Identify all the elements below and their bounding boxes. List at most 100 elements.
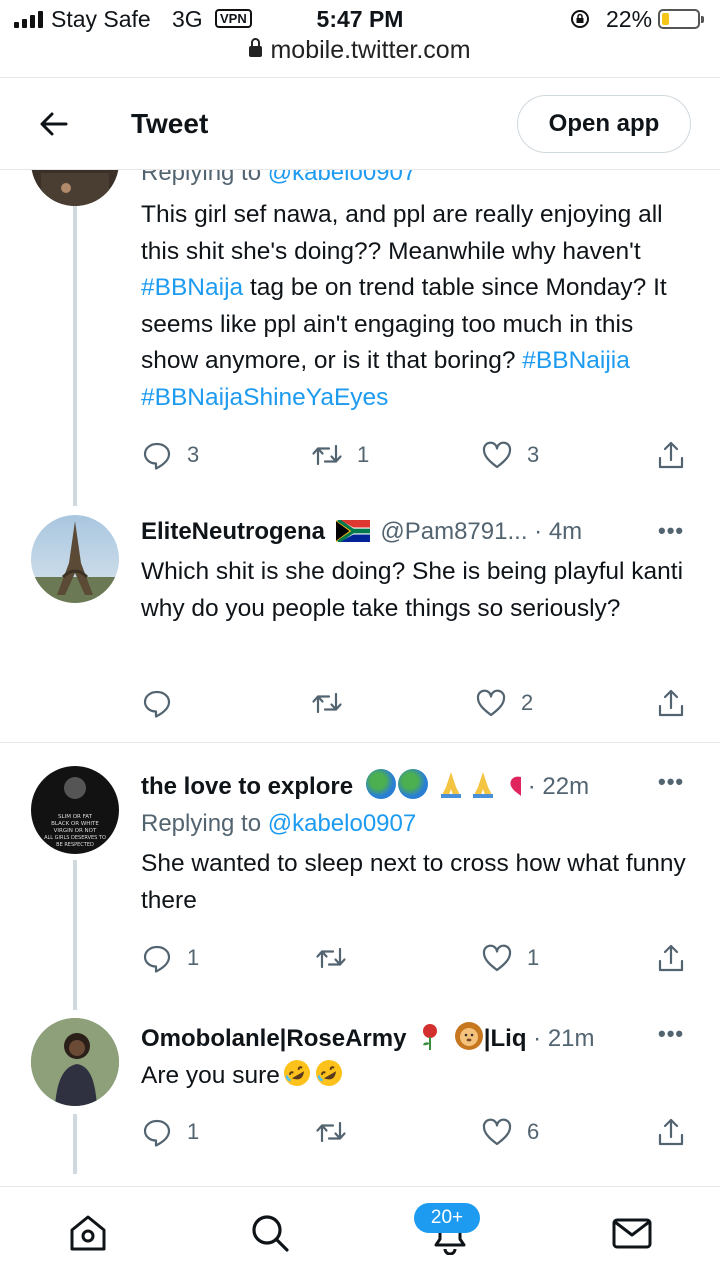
south-africa-flag-icon — [335, 520, 370, 542]
back-arrow-icon[interactable] — [36, 106, 72, 142]
heart-outline-icon — [482, 944, 512, 972]
rofl-emoji-icon — [283, 1060, 310, 1086]
hashtag-link[interactable]: #BBNaijia — [522, 347, 630, 374]
retweet-button[interactable] — [315, 938, 347, 978]
home-icon[interactable] — [66, 1211, 110, 1255]
like-button[interactable]: 1 — [481, 938, 539, 978]
reply-count: 1 — [187, 945, 200, 970]
heart-icon — [510, 776, 522, 796]
tweet-text: Are you sure — [141, 1058, 691, 1095]
retweet-icon — [312, 444, 342, 466]
share-icon — [658, 689, 684, 717]
tweet-actions: 2 — [141, 683, 701, 723]
retweet-icon — [316, 947, 346, 969]
heart-outline-icon — [482, 441, 512, 469]
notification-badge: 20+ — [414, 1203, 480, 1233]
thread-line — [73, 860, 77, 1010]
retweet-icon — [316, 1121, 346, 1143]
display-name: the love to explore — [141, 773, 354, 800]
tweet-time: · 4m — [534, 518, 583, 545]
tweet-author[interactable]: the love to explore · 22m — [141, 769, 589, 801]
tweet-separator — [0, 742, 720, 743]
reply-icon — [143, 442, 171, 470]
praying-hands-icon — [473, 772, 494, 798]
svg-text:BE RESPECTED: BE RESPECTED — [56, 842, 94, 848]
share-icon — [658, 944, 684, 972]
messages-icon[interactable] — [610, 1211, 654, 1255]
avatar[interactable]: SLIM OR FAT BLACK OR WHITE VIRGIN OR NOT… — [31, 766, 119, 854]
heart-outline-icon — [482, 1118, 512, 1146]
tweet-author[interactable]: EliteNeutrogena @Pam8791... · 4m — [141, 518, 582, 546]
tweet-text: She wanted to sleep next to cross how wh… — [141, 850, 686, 914]
tweet-actions: 1 1 — [141, 938, 701, 978]
reply-button[interactable]: 1 — [141, 938, 199, 978]
reply-count: 3 — [187, 442, 200, 467]
tweet-text: This girl sef nawa, and ppl are really e… — [141, 201, 667, 411]
hashtag-link[interactable]: #BBNaija — [141, 274, 243, 301]
open-app-button[interactable]: Open app — [517, 95, 691, 153]
reply-button[interactable]: 1 — [141, 1112, 199, 1152]
share-icon — [658, 1118, 684, 1146]
reply-icon — [143, 1119, 171, 1147]
share-button[interactable] — [655, 938, 687, 978]
share-icon — [658, 441, 684, 469]
share-button[interactable] — [655, 1112, 687, 1152]
display-name: Omobolanle|RoseArmy — [141, 1025, 407, 1052]
tweet-text: Which shit is she doing? She is being pl… — [141, 558, 684, 622]
retweet-button[interactable] — [315, 1112, 347, 1152]
avatar[interactable] — [31, 515, 119, 603]
retweet-button[interactable] — [311, 683, 343, 723]
display-name-suffix: |Liq — [483, 1025, 527, 1052]
thread-line — [73, 1114, 77, 1174]
svg-text:BLACK OR WHITE: BLACK OR WHITE — [51, 821, 99, 827]
share-button[interactable] — [655, 683, 687, 723]
page-title: Tweet — [131, 108, 209, 139]
header-divider — [0, 169, 720, 170]
hashtag-link[interactable]: #BBNaijaShineYaEyes — [141, 384, 388, 411]
bottom-navigation: 20+ — [0, 1186, 720, 1280]
avatar[interactable] — [31, 1018, 119, 1106]
svg-text:ALL GIRLS DESERVES TO: ALL GIRLS DESERVES TO — [44, 835, 106, 841]
reply-button[interactable]: 3 — [141, 435, 199, 475]
like-count: 2 — [521, 690, 534, 715]
search-icon[interactable] — [248, 1211, 292, 1255]
tweet-author[interactable]: Omobolanle|RoseArmy |Liq · 21m — [141, 1021, 595, 1053]
globe-icon — [397, 769, 428, 799]
rofl-emoji-icon — [315, 1060, 342, 1086]
svg-text:SLIM OR FAT: SLIM OR FAT — [58, 814, 93, 820]
more-options-button[interactable]: ••• — [658, 1021, 684, 1047]
tweet-time: · 22m — [527, 773, 590, 800]
retweet-count: 1 — [357, 442, 370, 467]
heart-outline-icon — [476, 689, 506, 717]
user-handle: @Pam8791... — [380, 518, 528, 545]
reply-icon — [143, 945, 171, 973]
tweet-feed[interactable]: Replying to @kabelo0907 This girl sef na… — [0, 0, 720, 1280]
tweet-actions: 3 1 3 — [141, 435, 701, 475]
like-count: 3 — [527, 442, 540, 467]
thread-line — [73, 196, 77, 506]
reply-count: 1 — [187, 1119, 200, 1144]
display-name: EliteNeutrogena — [141, 518, 326, 545]
rose-icon — [423, 1024, 438, 1050]
retweet-icon — [312, 692, 342, 714]
like-button[interactable]: 3 — [481, 435, 539, 475]
top-app-bar: Tweet Open app — [0, 78, 720, 170]
reply-icon — [143, 690, 171, 718]
lion-icon — [454, 1022, 483, 1050]
share-button[interactable] — [655, 435, 687, 475]
more-options-button[interactable]: ••• — [658, 769, 684, 795]
like-count: 6 — [527, 1119, 540, 1144]
like-count: 1 — [527, 945, 540, 970]
globe-icon — [365, 769, 396, 799]
tweet-time: · 21m — [533, 1025, 595, 1052]
reply-button[interactable] — [141, 683, 173, 723]
retweet-button[interactable]: 1 — [311, 435, 369, 475]
like-button[interactable]: 2 — [475, 683, 533, 723]
reply-handle-link[interactable]: @kabelo0907 — [268, 810, 416, 837]
praying-hands-icon — [441, 772, 462, 798]
tweet-actions: 1 6 — [141, 1112, 701, 1152]
more-options-button[interactable]: ••• — [658, 518, 684, 544]
svg-text:VIRGIN OR NOT: VIRGIN OR NOT — [54, 828, 97, 834]
like-button[interactable]: 6 — [481, 1112, 539, 1152]
replying-to: Replying to @kabelo0907 — [141, 810, 417, 837]
